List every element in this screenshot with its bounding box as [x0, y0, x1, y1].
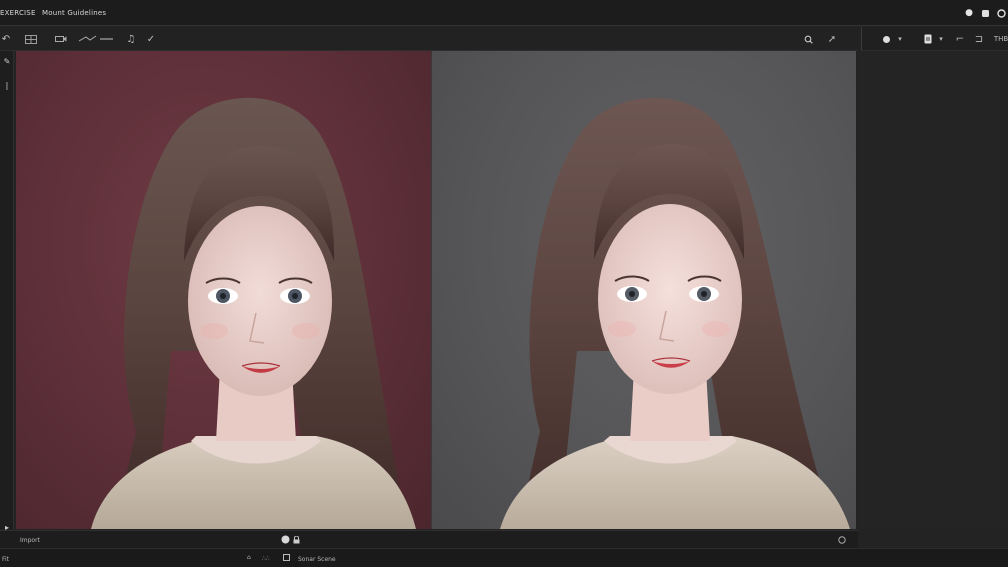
settings-icon[interactable]	[994, 6, 1008, 20]
share-icon[interactable]	[978, 6, 992, 20]
grid-icon[interactable]	[24, 31, 38, 47]
zoom-label[interactable]: Fit	[2, 556, 9, 563]
document-icon[interactable]	[922, 31, 934, 47]
pencil-icon[interactable]: ✎	[2, 55, 12, 67]
music-note-icon[interactable]: ♫	[126, 31, 136, 47]
bookmark-icon[interactable]: ⌐	[955, 31, 965, 47]
line-tool-icon[interactable]: |	[2, 79, 12, 91]
left-tool-strip: ✎ | ▸	[0, 51, 14, 532]
record-button[interactable]	[281, 535, 290, 546]
image-icon[interactable]	[283, 554, 290, 563]
original-image-panel[interactable]	[16, 51, 431, 529]
pen-icon[interactable]: ✓	[146, 31, 156, 47]
import-label[interactable]: Import	[20, 537, 40, 544]
menu-bar: EXERCISE Mount Guidelines ●	[0, 0, 1008, 26]
document-dropdown-icon[interactable]: ▾	[937, 31, 945, 47]
expand-icon[interactable]	[838, 536, 846, 546]
scene-label: Sonar Scene	[298, 556, 336, 563]
right-toolbar: ▾ ▾ ⌐ ⊐ THB	[861, 27, 1008, 51]
tool-bar: ↶ ♫ ✓ ➚	[0, 27, 858, 51]
menu-app[interactable]: EXERCISE	[0, 9, 36, 17]
right-toolbar-label[interactable]: THB	[994, 31, 1008, 47]
record-icon[interactable]: ●	[962, 6, 976, 20]
portrait-right	[500, 97, 850, 529]
portrait-left	[91, 97, 416, 529]
canvas-status-bar: Import	[0, 530, 858, 548]
processed-image-panel[interactable]	[432, 51, 856, 529]
tag-icon[interactable]	[880, 31, 892, 47]
menu-mount[interactable]: Mount Guidelines	[42, 9, 106, 17]
tag-dropdown-icon[interactable]: ▾	[896, 31, 904, 47]
home-icon[interactable]: ⌂	[247, 554, 251, 561]
properties-panel	[858, 51, 1008, 529]
bottom-bar: Fit ⌂ ∴∴ Sonar Scene	[0, 548, 1008, 567]
lock-icon[interactable]	[293, 535, 300, 546]
flag-icon[interactable]: ⊐	[974, 31, 984, 47]
search-icon[interactable]	[802, 31, 814, 47]
undo-icon[interactable]: ↶	[0, 31, 12, 47]
camera-icon[interactable]	[54, 31, 68, 47]
arrow-right-icon[interactable]: ➚	[826, 31, 838, 47]
brush-tools-icon[interactable]	[78, 31, 114, 47]
comparison-canvas[interactable]	[16, 51, 856, 529]
dots-icon[interactable]: ∴∴	[262, 555, 270, 562]
